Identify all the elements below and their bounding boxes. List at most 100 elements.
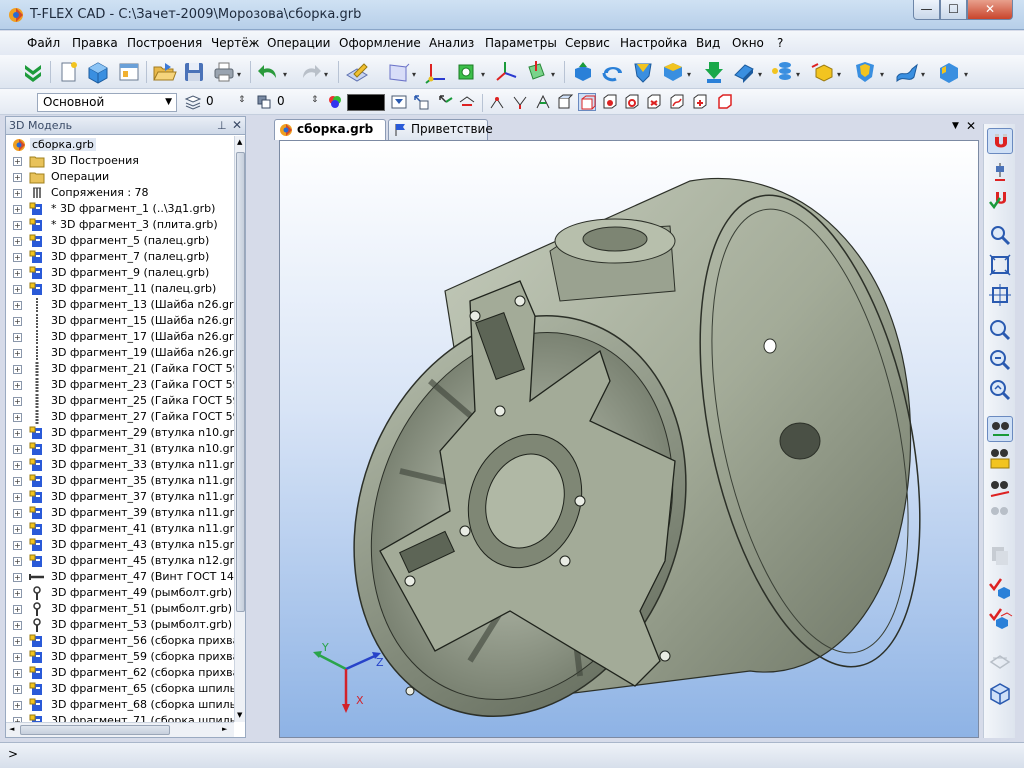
- expand-toggle-icon[interactable]: +: [13, 381, 22, 390]
- body-ops-button[interactable]: [936, 59, 962, 85]
- tab-list-dropdown-icon[interactable]: ▼: [952, 121, 959, 131]
- view-cube-button[interactable]: [987, 680, 1013, 706]
- select-vertex-button[interactable]: [488, 93, 506, 111]
- boolean-button[interactable]: [701, 59, 727, 85]
- tree-item[interactable]: +3D фрагмент_41 (втулка n11.grb): [6, 521, 234, 537]
- tab-assembly[interactable]: сборка.grb: [274, 119, 386, 140]
- menu-formatting[interactable]: Оформление: [339, 36, 421, 50]
- tree-item[interactable]: +3D фрагмент_25 (Гайка ГОСТ 5929: [6, 393, 234, 409]
- expand-toggle-icon[interactable]: +: [13, 285, 22, 294]
- tree-root[interactable]: сборка.grb: [6, 137, 234, 153]
- select-fragment-button[interactable]: [623, 93, 641, 111]
- expand-toggle-icon[interactable]: +: [13, 253, 22, 262]
- workplane-button[interactable]: [344, 59, 370, 85]
- tree-item[interactable]: +3D фрагмент_17 (Шайба n26.grb): [6, 329, 234, 345]
- extrusion-button[interactable]: [570, 59, 596, 85]
- expand-toggle-icon[interactable]: +: [13, 653, 22, 662]
- copy-body-button[interactable]: [810, 59, 836, 85]
- tree-item[interactable]: +3D фрагмент_43 (втулка n15.grb): [6, 537, 234, 553]
- new-3d-model-button[interactable]: [85, 59, 111, 85]
- menu-parameters[interactable]: Параметры: [485, 36, 557, 50]
- expand-toggle-icon[interactable]: +: [13, 349, 22, 358]
- redo-button[interactable]: [297, 59, 323, 85]
- filter-button[interactable]: [390, 93, 408, 111]
- tree-item[interactable]: +3D фрагмент_23 (Гайка ГОСТ 5929: [6, 377, 234, 393]
- select-body-button[interactable]: [578, 93, 596, 111]
- menu-help[interactable]: ?: [777, 36, 783, 50]
- fit-all-button[interactable]: [987, 282, 1013, 308]
- select-edges-button[interactable]: [437, 93, 455, 111]
- select-face-button[interactable]: [556, 93, 574, 111]
- minimize-button[interactable]: —: [913, 0, 940, 20]
- tree-item[interactable]: +3D фрагмент_56 (сборка прихват+е: [6, 633, 234, 649]
- profile-button[interactable]: [385, 59, 411, 85]
- tree-item[interactable]: +3D фрагмент_47 (Винт ГОСТ 1491-8: [6, 569, 234, 585]
- tree-item[interactable]: +3D фрагмент_65 (сборка шпилька -: [6, 681, 234, 697]
- tab-welcome[interactable]: Приветствие: [388, 119, 493, 140]
- new-document-button[interactable]: [55, 59, 81, 85]
- expand-toggle-icon[interactable]: +: [13, 317, 22, 326]
- tree-item[interactable]: +3D фрагмент_68 (сборка шпилька -: [6, 697, 234, 713]
- expand-toggle-icon[interactable]: +: [13, 509, 22, 518]
- level-value-field[interactable]: 0: [201, 93, 241, 112]
- tree-item[interactable]: +3D фрагмент_39 (втулка n11.grb): [6, 505, 234, 521]
- tree-item[interactable]: +3D фрагмент_13 (Шайба n26.grb): [6, 297, 234, 313]
- 3d-viewport[interactable]: Y Z X: [279, 140, 979, 738]
- zoom-out-button[interactable]: [987, 347, 1013, 373]
- expand-toggle-icon[interactable]: +: [13, 541, 22, 550]
- tree-item[interactable]: +3D фрагмент_5 (палец.grb): [6, 233, 234, 249]
- open-button[interactable]: [151, 59, 177, 85]
- tree-item[interactable]: +3D фрагмент_9 (палец.grb): [6, 265, 234, 281]
- tree-item[interactable]: +3D фрагмент_35 (втулка n11.grb): [6, 473, 234, 489]
- array-button[interactable]: [769, 59, 795, 85]
- selector-button[interactable]: [412, 93, 430, 111]
- zoom-in-button[interactable]: [987, 317, 1013, 343]
- expand-toggle-icon[interactable]: +: [13, 701, 22, 710]
- snap-node-button[interactable]: [987, 160, 1013, 186]
- orbit-button[interactable]: [987, 416, 1013, 442]
- 3d-profile-button[interactable]: [453, 59, 479, 85]
- tree-item[interactable]: +3D Построения: [6, 153, 234, 169]
- expand-toggle-icon[interactable]: +: [13, 493, 22, 502]
- lcs-button[interactable]: [493, 59, 519, 85]
- expand-toggle-icon[interactable]: +: [13, 685, 22, 694]
- menu-service[interactable]: Сервис: [565, 36, 610, 50]
- select-construction-button[interactable]: [691, 93, 709, 111]
- expand-toggle-icon[interactable]: +: [13, 397, 22, 406]
- menu-view[interactable]: Вид: [696, 36, 720, 50]
- expand-toggle-icon[interactable]: +: [13, 669, 22, 678]
- menu-constructions[interactable]: Построения: [127, 36, 202, 50]
- tree-item[interactable]: +3D фрагмент_45 (втулка n12.grb): [6, 553, 234, 569]
- tree-item[interactable]: +3D фрагмент_71 (сборка шпилька -: [6, 713, 234, 722]
- tree-item[interactable]: + * 3D фрагмент_3 (плита.grb): [6, 217, 234, 233]
- tree-item[interactable]: +3D фрагмент_51 (рымболт.grb): [6, 601, 234, 617]
- expand-toggle-icon[interactable]: +: [13, 205, 22, 214]
- tree-item[interactable]: +3D фрагмент_49 (рымболт.grb): [6, 585, 234, 601]
- snap-magnet-button[interactable]: [987, 128, 1013, 154]
- zoom-window-button[interactable]: [987, 222, 1013, 248]
- tree-item[interactable]: +3D фрагмент_59 (сборка прихват+е: [6, 649, 234, 665]
- expand-toggle-icon[interactable]: +: [13, 269, 22, 278]
- sweep-button[interactable]: [660, 59, 686, 85]
- command-prompt[interactable]: >: [8, 747, 18, 761]
- panel-close-button[interactable]: ✕: [232, 117, 242, 134]
- expand-toggle-icon[interactable]: +: [13, 333, 22, 342]
- tree-horizontal-scrollbar[interactable]: ◄ ►: [6, 722, 234, 737]
- tree-item[interactable]: + Сопряжения : 78: [6, 185, 234, 201]
- section-button[interactable]: [987, 646, 1013, 672]
- tree-hscroll-thumb[interactable]: [20, 725, 170, 735]
- check-intersection-button[interactable]: [987, 606, 1013, 632]
- save-button[interactable]: [181, 59, 207, 85]
- tree-item[interactable]: + Операции: [6, 169, 234, 185]
- select-loop-button[interactable]: [534, 93, 552, 111]
- print-button[interactable]: [211, 59, 237, 85]
- expand-toggle-icon[interactable]: +: [13, 365, 22, 374]
- select-operation-button[interactable]: [601, 93, 619, 111]
- undo-button[interactable]: [256, 59, 282, 85]
- priority-value-field[interactable]: 0: [272, 93, 312, 112]
- expand-toggle-icon[interactable]: +: [13, 301, 22, 310]
- expand-toggle-icon[interactable]: +: [13, 557, 22, 566]
- 3d-node-button[interactable]: [423, 59, 449, 85]
- scroll-down-arrow-icon[interactable]: ▼: [237, 711, 242, 719]
- tree-item[interactable]: +3D фрагмент_7 (палец.grb): [6, 249, 234, 265]
